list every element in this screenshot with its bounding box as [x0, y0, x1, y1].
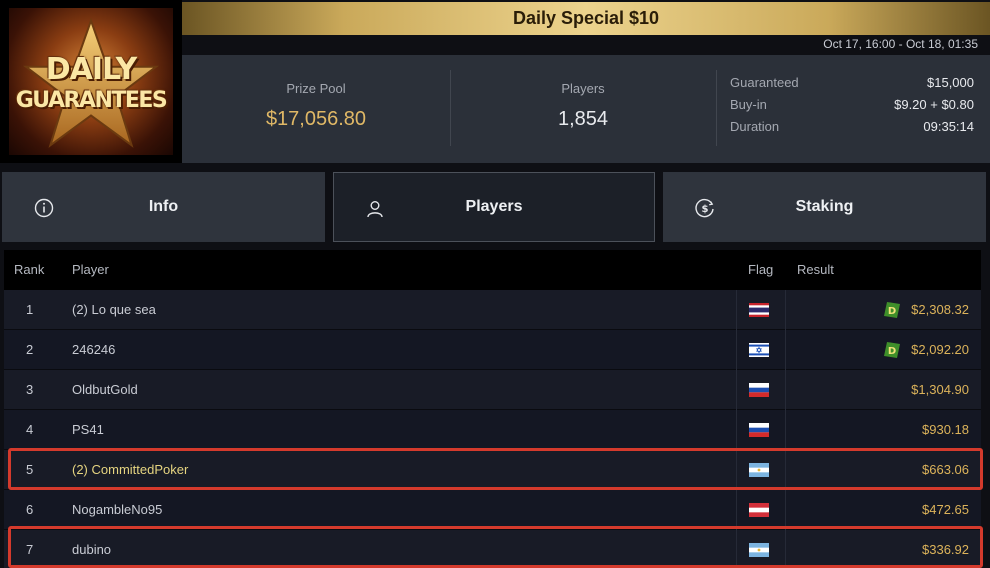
tab-players-label: Players [465, 198, 523, 215]
tab-staking-label: Staking [795, 198, 854, 215]
column-header-player[interactable]: Player [72, 262, 109, 277]
tournament-title-bar: Daily Special $10 [182, 2, 990, 35]
detail-value: 09:35:14 [923, 119, 974, 134]
logo-text-daily: DAILY [45, 52, 137, 87]
players-table-body: 1 (2) Lo que sea D $2,308.32 2 246246 D $2,092.… [4, 290, 981, 568]
table-row[interactable]: 3 OldbutGold $1,304.90 [4, 370, 981, 410]
column-divider [736, 410, 737, 450]
user-icon [367, 201, 383, 218]
tab-info[interactable]: Info [2, 172, 325, 242]
player-name-cell[interactable]: NogambleNo95 [72, 490, 162, 530]
rank-cell: 1 [26, 302, 34, 317]
column-header-result[interactable]: Result [797, 262, 834, 277]
prize-pool-value: $17,056.80 [265, 108, 367, 130]
player-name-cell[interactable]: 246246 [72, 330, 115, 370]
column-divider [785, 450, 786, 490]
prize-pool-box: Prize Pool $17,056.80 [182, 55, 450, 163]
column-divider [736, 490, 737, 530]
result-cell: $472.65 [922, 502, 969, 517]
svg-text:D: D [888, 306, 896, 317]
staking-deal-badge-icon[interactable]: D [883, 341, 901, 359]
detail-row-duration: Duration 09:35:14 [730, 119, 974, 141]
column-divider [736, 330, 737, 370]
logo-artwork: DAILY GUARANTEES [9, 8, 173, 155]
column-header-flag[interactable]: Flag [748, 262, 773, 277]
column-divider [736, 450, 737, 490]
player-name-cell[interactable]: dubino [72, 530, 111, 568]
rank-cell: 2 [26, 342, 34, 357]
player-name-cell[interactable]: (2) CommittedPoker [72, 450, 188, 490]
column-divider [785, 410, 786, 450]
rank-cell: 7 [26, 542, 34, 557]
column-divider [736, 530, 737, 568]
tab-players[interactable]: Players [333, 172, 655, 242]
table-row[interactable]: 5 (2) CommittedPoker $663.06 [4, 450, 981, 490]
stats-divider [716, 70, 717, 146]
column-divider [736, 290, 737, 330]
table-row[interactable]: 6 NogambleNo95 $472.65 [4, 490, 981, 530]
table-row[interactable]: 4 PS41 $930.18 [4, 410, 981, 450]
svg-text:$: $ [702, 204, 709, 215]
flag-thailand-icon [749, 303, 769, 317]
result-cell: $1,304.90 [911, 382, 969, 397]
flag-argentina-icon [749, 543, 769, 557]
staking-deal-badge-icon[interactable]: D [883, 301, 901, 319]
flag-austria-icon [749, 503, 769, 517]
players-count-label: Players [561, 81, 605, 96]
column-divider [785, 290, 786, 330]
player-name-cell[interactable]: OldbutGold [72, 370, 138, 410]
svg-text:D: D [888, 346, 896, 357]
tournament-date-range: Oct 17, 16:00 - Oct 18, 01:35 [823, 37, 978, 51]
logo-text-guarantees: GUARANTEES [15, 88, 168, 113]
tab-staking[interactable]: $ Staking [663, 172, 986, 242]
info-icon [34, 198, 54, 218]
column-divider [785, 370, 786, 410]
result-cell: $2,308.32 [911, 302, 969, 317]
players-count-value: 1,854 [557, 108, 609, 130]
player-name-cell[interactable]: PS41 [72, 410, 104, 450]
column-divider [785, 490, 786, 530]
table-row[interactable]: 7 dubino $336.92 [4, 530, 981, 568]
rank-cell: 3 [26, 382, 34, 397]
detail-value: $15,000 [927, 75, 974, 90]
detail-label: Duration [730, 119, 780, 134]
detail-row-guaranteed: Guaranteed $15,000 [730, 75, 974, 97]
flag-israel-icon [749, 343, 769, 357]
rank-cell: 5 [26, 462, 34, 477]
stats-panel: Prize Pool $17,056.80 Players 1,854 Guar… [182, 55, 990, 163]
result-cell: $2,092.20 [911, 342, 969, 357]
column-divider [785, 530, 786, 568]
detail-row-buy-in: Buy-in $9.20 + $0.80 [730, 97, 974, 119]
players-table-header: Rank Player Flag Result [4, 250, 981, 290]
tournament-details: Guaranteed $15,000 Buy-in $9.20 + $0.80 … [730, 75, 974, 141]
flag-russia-icon [749, 423, 769, 437]
column-divider [736, 370, 737, 410]
detail-value: $9.20 + $0.80 [894, 97, 974, 112]
detail-label: Guaranteed [730, 75, 799, 90]
column-header-rank[interactable]: Rank [14, 262, 44, 277]
prize-pool-label: Prize Pool [286, 81, 346, 96]
result-cell: $663.06 [922, 462, 969, 477]
result-cell: $336.92 [922, 542, 969, 557]
detail-label: Buy-in [730, 97, 767, 112]
column-divider [785, 330, 786, 370]
flag-russia-icon [749, 383, 769, 397]
tab-info-label: Info [148, 198, 179, 215]
rank-cell: 4 [26, 422, 34, 437]
dollar-coin-icon: $ [695, 198, 714, 218]
table-row[interactable]: 2 246246 D $2,092.20 [4, 330, 981, 370]
rank-cell: 6 [26, 502, 34, 517]
player-name-cell[interactable]: (2) Lo que sea [72, 290, 156, 330]
result-cell: $930.18 [922, 422, 969, 437]
table-row[interactable]: 1 (2) Lo que sea D $2,308.32 [4, 290, 981, 330]
tournament-title: Daily Special $10 [512, 8, 660, 28]
players-count-box: Players 1,854 [450, 55, 716, 163]
tournament-logo: DAILY GUARANTEES [0, 0, 182, 163]
flag-argentina-icon [749, 463, 769, 477]
